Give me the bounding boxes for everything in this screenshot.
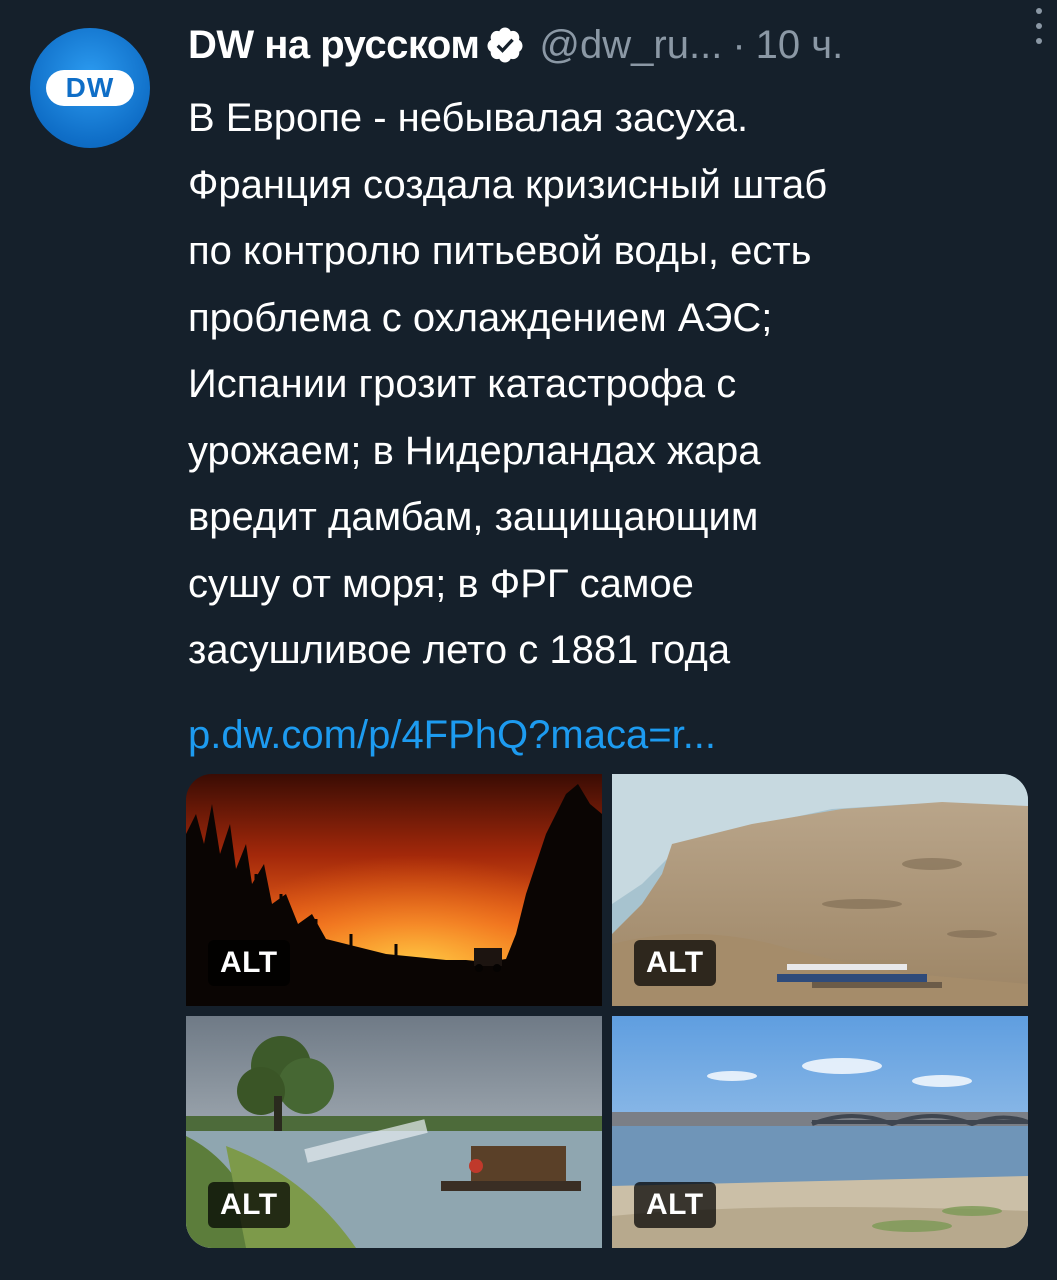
media-grid: ALT ALT ALT ALT	[186, 774, 1028, 1248]
tweet-link[interactable]: p.dw.com/p/4FPhQ?maca=r...	[188, 702, 716, 768]
author-name[interactable]: DW на русском	[188, 20, 480, 70]
media-image-2[interactable]: ALT	[612, 774, 1028, 1006]
tweet[interactable]: DW DW на русском @dw_ru... · 10 ч. В Евр…	[0, 0, 1057, 1280]
alt-badge[interactable]: ALT	[208, 940, 290, 986]
verified-badge-icon	[485, 25, 525, 65]
alt-badge[interactable]: ALT	[208, 1182, 290, 1228]
tweet-time[interactable]: 10 ч.	[756, 20, 844, 70]
svg-text:DW: DW	[66, 72, 115, 103]
dw-logo-icon: DW	[46, 70, 134, 106]
separator-dot: ·	[732, 23, 746, 67]
media-image-3[interactable]: ALT	[186, 1016, 602, 1248]
author-avatar[interactable]: DW	[30, 28, 150, 148]
media-image-1[interactable]: ALT	[186, 774, 602, 1006]
media-image-4[interactable]: ALT	[612, 1016, 1028, 1248]
author-handle[interactable]: @dw_ru...	[539, 20, 722, 70]
more-options-icon[interactable]	[1031, 8, 1047, 44]
alt-badge[interactable]: ALT	[634, 1182, 716, 1228]
tweet-header: DW на русском @dw_ru... · 10 ч.	[188, 20, 1028, 70]
tweet-text: В Европе - небывалая засуха. Франция соз…	[188, 96, 828, 672]
alt-badge[interactable]: ALT	[634, 940, 716, 986]
